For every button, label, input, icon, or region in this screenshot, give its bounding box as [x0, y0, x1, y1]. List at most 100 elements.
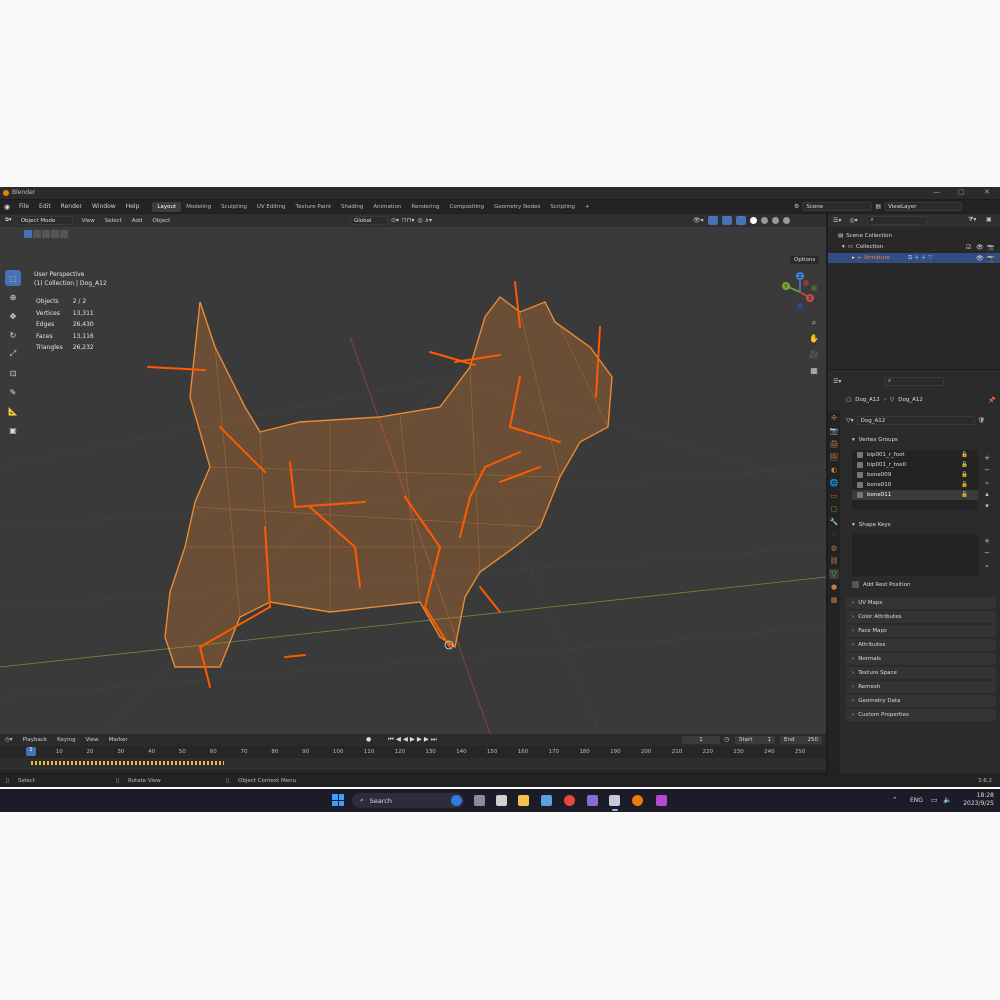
object-tab-icon[interactable]: ▢	[829, 504, 839, 514]
view-layer-tab-icon[interactable]: 🖼	[829, 452, 839, 462]
mesh-name-field[interactable]: Dog_A12	[856, 416, 975, 425]
tab-scripting[interactable]: Scripting	[545, 202, 579, 212]
tab-modeling[interactable]: Modeling	[181, 202, 216, 212]
menu-edit[interactable]: Edit	[34, 203, 56, 210]
add-shape-key-icon[interactable]: +	[982, 535, 992, 547]
tab-texture-paint[interactable]: Texture Paint	[291, 202, 337, 212]
move-up-icon[interactable]: ▴	[982, 488, 992, 500]
fake-user-icon[interactable]: 🛡	[978, 417, 986, 424]
checkbox-icon[interactable]: ☑	[966, 244, 971, 251]
tab-shading[interactable]: Shading	[336, 202, 368, 212]
new-collection-icon[interactable]: ▣	[986, 216, 992, 223]
checkbox-icon[interactable]	[852, 581, 859, 588]
minimize-icon[interactable]: —	[933, 188, 940, 196]
list-item[interactable]: bone010 🔓	[852, 480, 978, 490]
properties-type-icon[interactable]: ☰▾	[833, 378, 841, 385]
lock-icon[interactable]: 🔓	[961, 462, 968, 468]
tab-rendering[interactable]: Rendering	[406, 202, 444, 212]
proportional-icon[interactable]: ◎ ∧▾	[417, 217, 432, 224]
panel-custom-properties[interactable]: › Custom Properties	[846, 709, 996, 721]
keyframe-track[interactable]	[0, 758, 826, 770]
rotate-tool-icon[interactable]: ↻	[5, 327, 21, 343]
lock-icon[interactable]: 🔓	[961, 452, 968, 458]
expand-arrow-icon[interactable]: ▸	[852, 255, 855, 261]
panel-attributes[interactable]: › Attributes	[846, 639, 996, 651]
expand-arrow-icon[interactable]: ▾	[842, 244, 845, 250]
snap-icon[interactable]: ⊓⊓▾	[402, 217, 414, 224]
properties-search-input[interactable]: ⌕	[884, 377, 944, 386]
close-icon[interactable]: ✕	[984, 188, 990, 196]
menu-render[interactable]: Render	[56, 203, 87, 210]
panel-face-maps[interactable]: › Face Maps	[846, 625, 996, 637]
particles-tab-icon[interactable]: ⁘	[829, 530, 839, 540]
lock-icon[interactable]: 🔓	[961, 492, 968, 498]
physics-tab-icon[interactable]: ◍	[829, 543, 839, 553]
zoom-icon[interactable]: ⌕	[808, 318, 820, 330]
remove-shape-key-icon[interactable]: −	[982, 547, 992, 559]
shape-key-menu-icon[interactable]: ⌄	[982, 559, 992, 571]
tab-uv-editing[interactable]: UV Editing	[252, 202, 291, 212]
measure-tool-icon[interactable]: 📐	[5, 403, 21, 419]
viewlayer-icon[interactable]: ▤	[875, 203, 881, 210]
language-indicator[interactable]: ENG	[910, 797, 923, 804]
world-tab-icon[interactable]: 🌐	[829, 478, 839, 488]
shading-solid-icon[interactable]	[760, 217, 768, 224]
navigation-gizmo[interactable]: Y Z X	[776, 268, 824, 316]
volume-icon[interactable]: 🔈	[943, 796, 952, 804]
camera-render-icon[interactable]: 📷	[987, 255, 994, 262]
pivot-icon[interactable]: ⊙▾	[391, 217, 399, 224]
add-workspace-icon[interactable]: +	[580, 202, 595, 212]
outliner-type-icon[interactable]: ☰▾	[828, 217, 846, 224]
select-box-tool-icon[interactable]: ⬚	[5, 270, 21, 286]
add-rest-position-checkbox[interactable]: Add Rest Position	[852, 581, 911, 588]
move-down-icon[interactable]: ▾	[982, 500, 992, 512]
start-frame-field[interactable]: Start 1	[735, 736, 775, 744]
3d-viewport[interactable]: ⧉▾ Object Mode View Select Add Object Gl…	[0, 214, 826, 734]
annotate-tool-icon[interactable]: ✎	[5, 384, 21, 400]
menu-help[interactable]: Help	[121, 203, 145, 210]
gizmo-toggle-icon[interactable]	[707, 216, 718, 225]
panel-uv-maps[interactable]: › UV Maps	[846, 597, 996, 609]
eye-icon[interactable]: 👁	[976, 255, 984, 262]
output-tab-icon[interactable]: 🖨	[829, 439, 839, 449]
list-item[interactable]: bip001_r_foot 🔓	[852, 450, 978, 460]
panel-shape-keys[interactable]: ▾ Shape Keys	[846, 519, 996, 531]
lock-icon[interactable]: 🔓	[961, 472, 968, 478]
shading-wireframe-icon[interactable]	[749, 217, 757, 224]
material-tab-icon[interactable]: ●	[829, 582, 839, 592]
photos-icon[interactable]	[541, 795, 552, 806]
menu-object[interactable]: Object	[147, 218, 175, 224]
eye-icon[interactable]: 👁	[976, 244, 984, 251]
menu-add[interactable]: Add	[127, 218, 148, 224]
scene-tab-icon[interactable]: ◐	[829, 465, 839, 475]
tab-geometry-nodes[interactable]: Geometry Nodes	[489, 202, 545, 212]
shading-material-icon[interactable]	[771, 217, 779, 224]
filter-icon[interactable]: ⧩▾	[968, 216, 976, 224]
menu-playback[interactable]: Playback	[18, 737, 53, 743]
start-icon[interactable]	[332, 794, 344, 806]
blender-menu-icon[interactable]: ◉	[0, 203, 14, 211]
panel-geometry-data[interactable]: › Geometry Data	[846, 695, 996, 707]
visibility-icon[interactable]: 👁▾	[693, 217, 704, 224]
app-icon[interactable]	[587, 795, 598, 806]
task-view-icon[interactable]	[474, 795, 485, 806]
display-icon[interactable]: ▭	[931, 796, 938, 804]
modifier-tab-icon[interactable]: 🔧	[829, 517, 839, 527]
camera-icon[interactable]: 🎥	[808, 350, 820, 362]
panel-remesh[interactable]: › Remesh	[846, 681, 996, 693]
list-item[interactable]: bone009 🔓	[852, 470, 978, 480]
render-tab-icon[interactable]: 📷	[829, 426, 839, 436]
collection-tab-icon[interactable]: ▭	[829, 491, 839, 501]
blender-taskbar-icon[interactable]	[632, 795, 643, 806]
taskbar-search[interactable]: ⌕ Search	[352, 793, 464, 808]
grid-perspective-icon[interactable]: ▦	[808, 366, 820, 378]
outliner-item-armature[interactable]: ▸ ⚹ Armature ⧉ ⚹ ⚹ ▽ 👁 📷	[828, 253, 1000, 263]
lock-icon[interactable]: 🔓	[961, 482, 968, 488]
panel-color-attributes[interactable]: › Color Attributes	[846, 611, 996, 623]
tab-compositing[interactable]: Compositing	[445, 202, 489, 212]
panel-normals[interactable]: › Normals	[846, 653, 996, 665]
menu-keying[interactable]: Keying	[52, 737, 80, 743]
end-frame-field[interactable]: End 250	[780, 736, 822, 744]
transform-tool-icon[interactable]: ⊡	[5, 365, 21, 381]
current-frame-field[interactable]: 1	[682, 736, 720, 744]
